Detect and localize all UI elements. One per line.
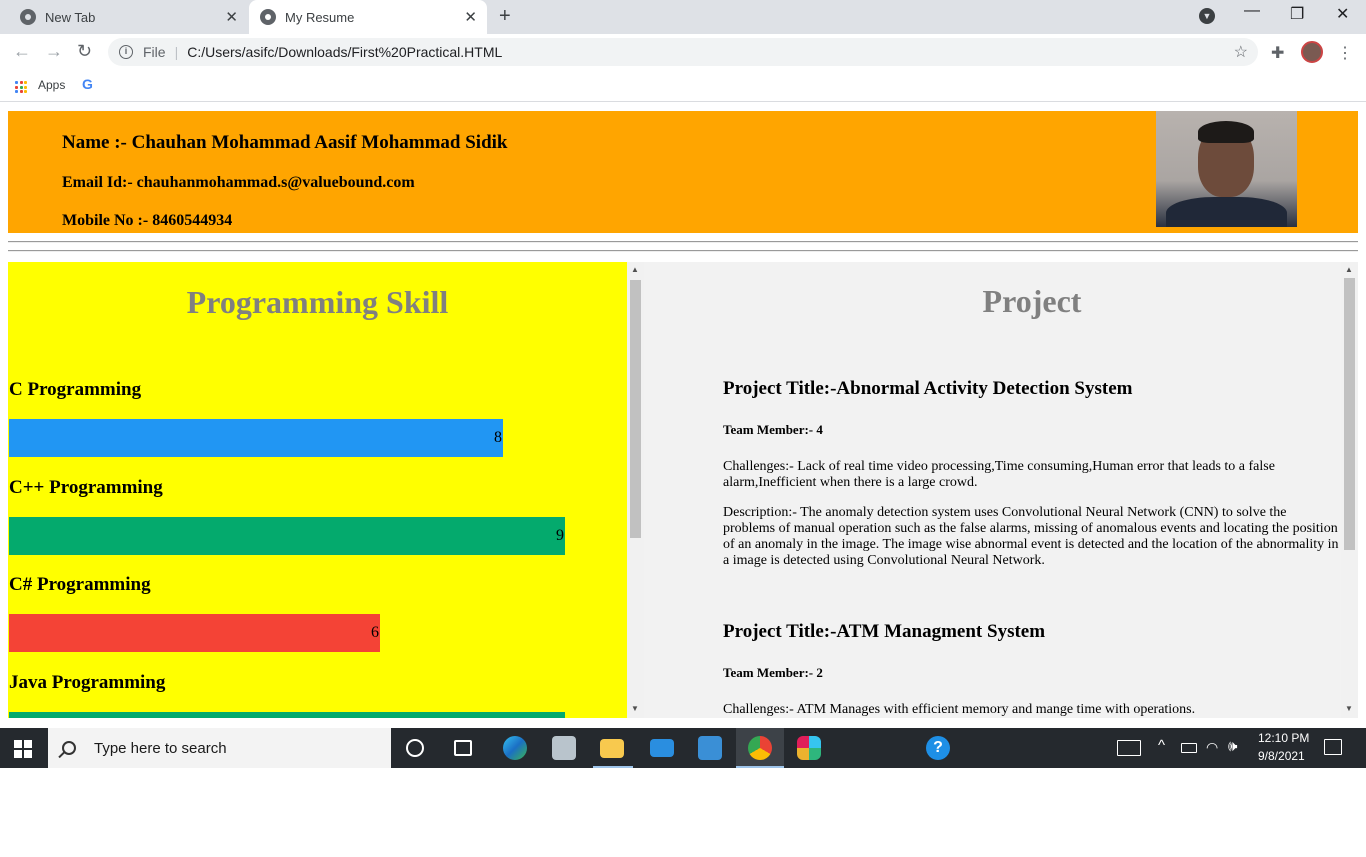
candidate-name: Name :- Chauhan Mohammad Aasif Mohammad … — [62, 132, 508, 153]
minimize-icon[interactable]: — — [1244, 2, 1260, 20]
browser-toolbar: ← → ↻ i File | C:/Users/asifc/Downloads/… — [0, 34, 1366, 71]
skill-bar: 8 — [9, 419, 503, 457]
search-placeholder: Type here to search — [94, 739, 227, 757]
tab-strip: New Tab ✕ My Resume ✕ + ▼ — ❐ ✕ — [0, 0, 1366, 34]
bookmarks-bar: Apps G — [0, 71, 1366, 102]
skill-name: C# Programming — [9, 574, 151, 595]
window-close-icon[interactable]: ✕ — [1336, 4, 1349, 24]
project-challenges: Challenges:- Lack of real time video pro… — [723, 459, 1275, 490]
help-icon[interactable]: ? — [926, 736, 950, 760]
apps-label[interactable]: Apps — [38, 78, 65, 92]
skills-panel: Programming Skill C Programming 8 C++ Pr… — [8, 262, 627, 718]
info-icon[interactable]: i — [119, 45, 133, 59]
extensions-icon[interactable]: ✚ — [1271, 43, 1284, 63]
scroll-down-icon[interactable]: ▼ — [1345, 704, 1353, 713]
scroll-up-icon[interactable]: ▲ — [1345, 265, 1353, 274]
skill-name: C++ Programming — [9, 477, 163, 498]
tab-search-icon[interactable]: ▼ — [1199, 8, 1215, 24]
candidate-mobile: Mobile No :- 8460544934 — [62, 212, 233, 229]
project-team: Team Member:- 4 — [723, 422, 823, 437]
clock-date[interactable]: 9/8/2021 — [1258, 749, 1305, 763]
profile-avatar[interactable] — [1301, 41, 1323, 63]
forward-icon[interactable]: → — [45, 41, 63, 62]
windows-start-icon[interactable] — [14, 740, 32, 758]
tab-title: My Resume — [285, 9, 355, 25]
photos-app-icon[interactable] — [552, 736, 576, 760]
store-icon[interactable] — [698, 736, 722, 760]
project-challenges: Challenges:- ATM Manages with efficient … — [723, 702, 1196, 717]
address-bar[interactable]: i File | C:/Users/asifc/Downloads/First%… — [108, 38, 1258, 66]
project-description: Description:- The anomaly detection syst… — [723, 505, 1339, 568]
restore-icon[interactable]: ❐ — [1290, 4, 1304, 24]
tab-my-resume[interactable]: My Resume ✕ — [249, 0, 487, 34]
skills-title: Programming Skill — [186, 284, 449, 320]
tab-title: New Tab — [45, 9, 96, 25]
chrome-icon — [20, 9, 36, 25]
reload-icon[interactable]: ↻ — [77, 41, 92, 62]
skill-name: C Programming — [9, 379, 142, 400]
slack-icon[interactable] — [797, 736, 821, 760]
skill-bar: 9 — [9, 517, 565, 555]
task-view-icon[interactable] — [454, 740, 472, 756]
skill-bar: 9 — [9, 712, 565, 718]
skill-value: 9 — [556, 527, 564, 544]
scroll-thumb[interactable] — [1344, 278, 1355, 550]
scroll-thumb[interactable] — [630, 280, 641, 538]
project-title: Project Title:-ATM Managment System — [723, 621, 1046, 642]
edge-icon[interactable] — [503, 736, 527, 760]
windows-taskbar: Type here to search ? ^ ◠ 🕪 12:10 PM 9/8… — [0, 728, 1366, 768]
search-icon — [62, 741, 76, 755]
clock-time[interactable]: 12:10 PM — [1258, 731, 1309, 745]
google-g-icon[interactable]: G — [82, 76, 93, 92]
running-indicator — [593, 766, 633, 768]
url-text[interactable]: C:/Users/asifc/Downloads/First%20Practic… — [187, 44, 502, 60]
skill-value: 6 — [371, 624, 379, 641]
close-icon[interactable]: ✕ — [464, 8, 477, 26]
url-scheme: File — [143, 44, 166, 60]
divider — [8, 250, 1358, 252]
page-content: Name :- Chauhan Mohammad Aasif Mohammad … — [0, 103, 1366, 728]
apps-icon[interactable] — [15, 81, 27, 93]
project-title: Project Title:-Abnormal Activity Detecti… — [723, 378, 1133, 399]
scroll-down-icon[interactable]: ▼ — [631, 704, 639, 713]
divider — [8, 241, 1358, 243]
file-explorer-icon[interactable] — [600, 739, 624, 758]
profile-photo — [1156, 111, 1297, 227]
news-widget-icon[interactable] — [1117, 740, 1141, 756]
skill-bar: 6 — [9, 614, 380, 652]
chevron-up-icon[interactable]: ^ — [1158, 737, 1165, 754]
back-icon[interactable]: ← — [13, 41, 31, 62]
candidate-email: Email Id:- chauhanmohammad.s@valuebound.… — [62, 174, 415, 191]
projects-frame: Project Project Title:-Abnormal Activity… — [644, 262, 1358, 718]
bookmark-star-icon[interactable]: ☆ — [1234, 42, 1248, 62]
tab-new-tab[interactable]: New Tab ✕ — [0, 0, 248, 34]
new-tab-button[interactable]: + — [499, 5, 511, 28]
skills-scrollbar[interactable]: ▲ ▼ — [627, 262, 644, 718]
projects-title: Project — [982, 283, 1082, 319]
scroll-up-icon[interactable]: ▲ — [631, 265, 639, 274]
chrome-icon[interactable] — [748, 736, 772, 760]
volume-icon[interactable]: 🕪 — [1228, 738, 1237, 755]
wifi-icon[interactable]: ◠ — [1206, 739, 1218, 756]
notifications-icon[interactable] — [1324, 739, 1342, 755]
skill-name: Java Programming — [9, 672, 166, 693]
cortana-icon[interactable] — [406, 739, 424, 757]
running-indicator — [736, 766, 784, 768]
url-separator: | — [174, 44, 179, 60]
skill-value: 8 — [494, 429, 502, 446]
skills-frame: Programming Skill C Programming 8 C++ Pr… — [8, 262, 644, 718]
globe-icon — [260, 9, 276, 25]
taskbar-search-box[interactable]: Type here to search — [48, 728, 391, 768]
close-icon[interactable]: ✕ — [225, 8, 238, 26]
resume-header: Name :- Chauhan Mohammad Aasif Mohammad … — [8, 111, 1358, 233]
project-team: Team Member:- 2 — [723, 665, 823, 680]
mail-icon[interactable] — [650, 739, 674, 757]
menu-icon[interactable]: ⋮ — [1337, 43, 1353, 63]
battery-icon[interactable] — [1181, 743, 1197, 753]
projects-scrollbar[interactable]: ▲ ▼ — [1341, 262, 1358, 718]
